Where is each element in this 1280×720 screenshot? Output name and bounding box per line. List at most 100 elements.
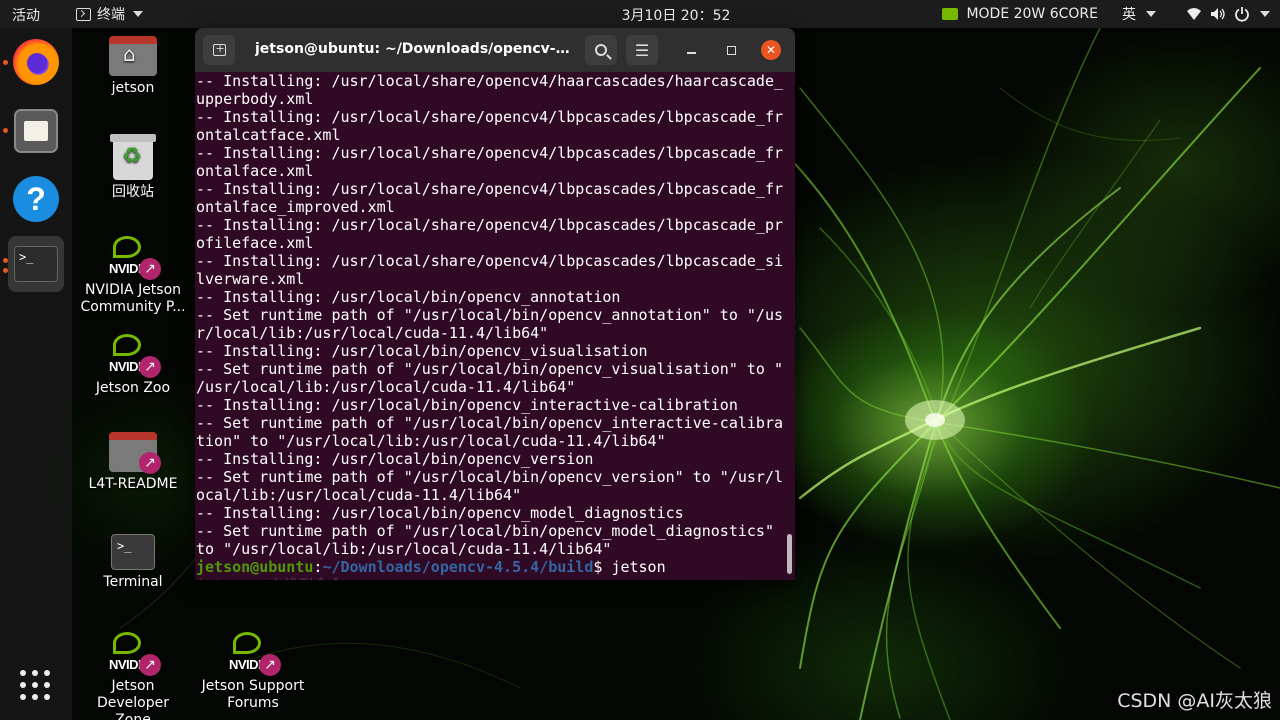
dock-help[interactable]: ? xyxy=(8,171,64,227)
scrollbar-thumb[interactable] xyxy=(787,534,792,574)
maximize-icon xyxy=(726,45,736,55)
prompt-path: ~/Downloads/opencv-4.5.4/build xyxy=(322,558,594,576)
home-folder-icon xyxy=(109,36,157,76)
prompt-line: jetson@ubuntu:~/Downloads/opencv-4.5.4/b… xyxy=(196,558,783,576)
maximize-button[interactable] xyxy=(721,40,741,60)
prompt-symbol: $ xyxy=(593,558,612,576)
help-icon: ? xyxy=(13,176,59,222)
terminal-line: to "/usr/local/lib:/usr/local/cuda-11.4/… xyxy=(196,540,612,558)
terminal-line: -- Installing: /usr/local/share/opencv4/… xyxy=(196,216,783,234)
show-applications-button[interactable] xyxy=(20,670,52,702)
desktop-icon-label: L4T-README xyxy=(88,476,178,492)
menu-button[interactable]: ☰ xyxy=(626,35,658,65)
desktop-icon-jetson-zoo[interactable]: NVIDIA ↗ Jetson Zoo xyxy=(78,332,188,397)
terminal-icon: >_ xyxy=(14,246,58,282)
nvidia-logo-icon: NVIDIA ↗ xyxy=(109,234,161,280)
terminal-line: ofileface.xml xyxy=(196,234,314,252)
window-title: jetson@ubuntu: ~/Downloads/opencv-4.5... xyxy=(255,41,575,57)
top-bar: 活动 终端 3月10日 20：52 MODE 20W 6CORE 英 xyxy=(0,0,1280,28)
terminal-line: r/local/lib:/usr/local/cuda-11.4/lib64" xyxy=(196,324,549,342)
input-method-indicator[interactable]: 英 xyxy=(1122,4,1136,24)
terminal-line: -- Set runtime path of "/usr/local/bin/o… xyxy=(196,306,783,324)
terminal-lines: -- Installing: /usr/local/share/opencv4/… xyxy=(196,72,783,580)
desktop-icon-label: NVIDIA Jetson Community P... xyxy=(80,282,186,315)
new-tab-button[interactable] xyxy=(203,35,235,65)
chevron-down-icon xyxy=(1146,11,1156,17)
nvidia-logo-icon: NVIDIA ↗ xyxy=(109,630,161,676)
terminal-line: /usr/local/lib:/usr/local/cuda-11.4/lib6… xyxy=(196,378,576,396)
wifi-icon xyxy=(1187,8,1201,20)
desktop-icon-jetson-developer-zone[interactable]: NVIDIA ↗ Jetson Developer Zone xyxy=(78,630,188,720)
files-icon xyxy=(14,109,58,153)
search-icon xyxy=(595,44,607,56)
partial-output-line: jetson: 未找到命令 xyxy=(196,576,783,580)
close-button[interactable]: ✕ xyxy=(761,40,781,60)
terminal-line: -- Installing: /usr/local/share/opencv4/… xyxy=(196,252,783,270)
terminal-line: -- Installing: /usr/local/bin/opencv_mod… xyxy=(196,504,684,522)
terminal-output[interactable]: -- Installing: /usr/local/share/opencv4/… xyxy=(195,72,795,580)
typed-command: jetson xyxy=(611,558,666,576)
terminal-line: -- Installing: /usr/local/bin/opencv_int… xyxy=(196,396,738,414)
desktop-icon-terminal[interactable]: >_ Terminal xyxy=(78,534,188,591)
link-arrow-icon: ↗ xyxy=(259,654,281,676)
desktop-icon-label: Jetson Support Forums xyxy=(201,678,305,711)
desktop-icon-label: Jetson Zoo xyxy=(95,380,171,396)
desktop-icon-label: jetson xyxy=(111,80,155,96)
desktop-icon-trash[interactable]: 回收站 xyxy=(78,134,188,201)
terminal-window[interactable]: jetson@ubuntu: ~/Downloads/opencv-4.5...… xyxy=(195,28,795,580)
minimize-button[interactable] xyxy=(681,40,701,60)
desktop-icon-jetson-support-forums[interactable]: NVIDIA ↗ Jetson Support Forums xyxy=(198,630,308,712)
power-mode-label[interactable]: MODE 20W 6CORE xyxy=(966,6,1098,22)
dock-files[interactable] xyxy=(8,103,64,159)
terminal-line: -- Installing: /usr/local/bin/opencv_ann… xyxy=(196,288,621,306)
nvidia-logo-icon: NVIDIA ↗ xyxy=(109,332,161,378)
terminal-icon: >_ xyxy=(111,534,155,570)
dock: ? >_ xyxy=(0,28,72,720)
terminal-line: tion" to "/usr/local/lib:/usr/local/cuda… xyxy=(196,432,666,450)
watermark: CSDN @AI灰太狼 xyxy=(1117,690,1272,712)
terminal-line: -- Installing: /usr/local/bin/opencv_vis… xyxy=(196,342,648,360)
desktop-icon-label: Terminal xyxy=(103,574,163,590)
terminal-line: ocal/lib:/usr/local/cuda-11.4/lib64" xyxy=(196,486,522,504)
volume-icon xyxy=(1211,8,1225,20)
terminal-line: ontalface_improved.xml xyxy=(196,198,395,216)
minimize-icon xyxy=(686,52,696,54)
terminal-line: ontalcatface.xml xyxy=(196,126,341,144)
terminal-line: upperbody.xml xyxy=(196,90,314,108)
terminal-line: -- Installing: /usr/local/share/opencv4/… xyxy=(196,144,783,162)
folder-icon: ↗ xyxy=(109,432,161,474)
terminal-line: -- Installing: /usr/local/share/opencv4/… xyxy=(196,180,783,198)
dock-firefox[interactable] xyxy=(8,34,64,90)
close-icon: ✕ xyxy=(765,43,777,57)
terminal-line: -- Installing: /usr/local/bin/opencv_ver… xyxy=(196,450,594,468)
desktop-icon-home[interactable]: jetson xyxy=(78,36,188,97)
link-arrow-icon: ↗ xyxy=(139,654,161,676)
trash-icon xyxy=(110,134,156,180)
terminal-line: lverware.xml xyxy=(196,270,305,288)
desktop-icon-jetson-community[interactable]: NVIDIA ↗ NVIDIA Jetson Community P... xyxy=(78,234,188,316)
desktop-icon-l4t-readme[interactable]: ↗ L4T-README xyxy=(78,432,188,493)
desktop-icon-label: 回收站 xyxy=(112,184,154,200)
hamburger-icon: ☰ xyxy=(634,40,650,60)
terminal-line: -- Set runtime path of "/usr/local/bin/o… xyxy=(196,360,783,378)
terminal-line: -- Set runtime path of "/usr/local/bin/o… xyxy=(196,414,783,432)
firefox-icon xyxy=(13,39,59,85)
terminal-line: -- Installing: /usr/local/share/opencv4/… xyxy=(196,108,783,126)
power-icon xyxy=(1235,7,1249,22)
search-button[interactable] xyxy=(585,35,617,65)
terminal-line: ontalface.xml xyxy=(196,162,314,180)
dock-terminal[interactable]: >_ xyxy=(8,236,64,292)
terminal-line: -- Set runtime path of "/usr/local/bin/o… xyxy=(196,522,774,540)
new-tab-icon xyxy=(212,42,226,56)
prompt-user: jetson@ubuntu xyxy=(196,558,314,576)
link-arrow-icon: ↗ xyxy=(139,356,161,378)
chevron-down-icon xyxy=(1260,11,1270,17)
terminal-line: -- Installing: /usr/local/share/opencv4/… xyxy=(196,72,783,90)
nvidia-icon xyxy=(942,8,959,20)
terminal-titlebar[interactable]: jetson@ubuntu: ~/Downloads/opencv-4.5...… xyxy=(195,28,795,72)
terminal-line: -- Set runtime path of "/usr/local/bin/o… xyxy=(196,468,783,486)
nvidia-logo-icon: NVIDIA ↗ xyxy=(229,630,281,676)
link-arrow-icon: ↗ xyxy=(139,258,161,280)
status-area[interactable]: MODE 20W 6CORE 英 xyxy=(942,4,1270,24)
link-arrow-icon: ↗ xyxy=(139,452,161,474)
